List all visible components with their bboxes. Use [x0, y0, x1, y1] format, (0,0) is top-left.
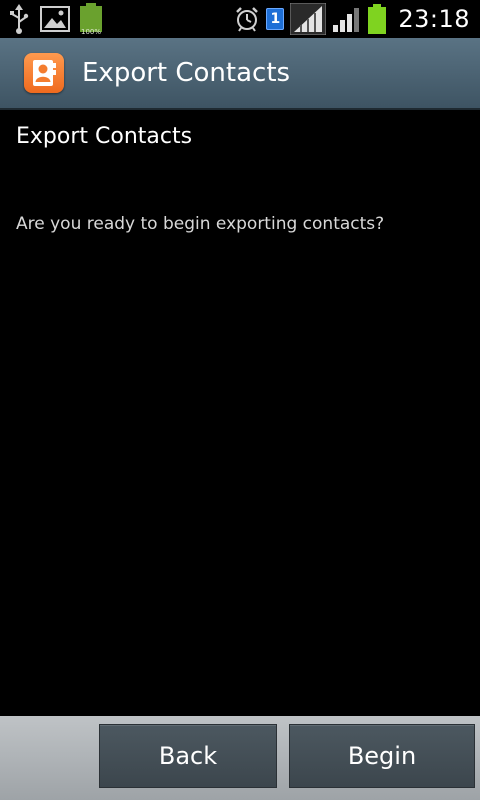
- image-icon: [40, 6, 70, 32]
- contacts-app-icon: [24, 53, 64, 93]
- battery-percent-label: 100%: [80, 28, 101, 36]
- usb-icon: [8, 4, 30, 34]
- dialog-message: Are you ready to begin exporting contact…: [16, 214, 385, 234]
- content-area: Export Contacts Are you ready to begin e…: [0, 110, 480, 716]
- back-button[interactable]: Back: [99, 724, 277, 788]
- action-bar: Back Begin: [0, 716, 480, 800]
- signal-bars-icon: [332, 5, 362, 33]
- alarm-clock-icon: [234, 6, 260, 32]
- battery-full-icon: 100%: [80, 3, 102, 36]
- status-bar-notifications: 100%: [0, 3, 102, 36]
- title-bar: Export Contacts: [0, 38, 480, 110]
- sim-1-icon: 1: [266, 8, 285, 30]
- signal-bars-icon: [290, 3, 327, 35]
- battery-icon: [368, 4, 387, 34]
- app-title: Export Contacts: [82, 58, 291, 88]
- status-time: 23:18: [398, 5, 470, 33]
- begin-button[interactable]: Begin: [289, 724, 475, 788]
- screen: 100% 1 23:18 Export Contacts Export Cont…: [0, 0, 480, 800]
- dialog-heading: Export Contacts: [16, 124, 193, 149]
- status-bar-system: 1 23:18: [234, 3, 480, 35]
- status-bar: 100% 1 23:18: [0, 0, 480, 38]
